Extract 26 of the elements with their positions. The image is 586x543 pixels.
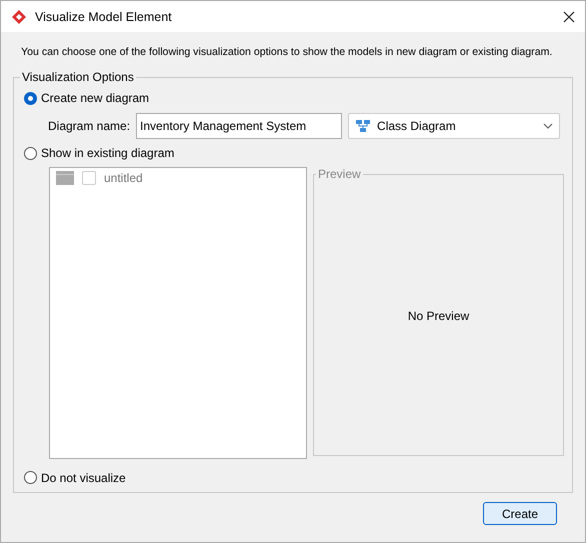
radio-option[interactable]: Show in existing diagram bbox=[24, 142, 564, 164]
checkbox[interactable] bbox=[82, 171, 96, 186]
radio-button[interactable] bbox=[24, 471, 37, 484]
diagram-list[interactable]: untitled bbox=[49, 167, 307, 460]
intro-text: You can choose one of the following visualization options to show the models in new diagram or existing diagram. bbox=[20, 45, 552, 60]
radio-label: Do not visualize bbox=[41, 470, 126, 485]
radio-label: Create new diagram bbox=[41, 91, 150, 106]
class-diagram-icon bbox=[355, 118, 372, 133]
radio-button[interactable] bbox=[24, 146, 37, 160]
preview-message: No Preview bbox=[408, 309, 470, 324]
app-logo-icon bbox=[11, 8, 27, 24]
window-title: Visualize Model Element bbox=[35, 10, 173, 24]
preview-title: Preview bbox=[317, 167, 362, 182]
create-button[interactable]: Create bbox=[483, 502, 557, 525]
field-label: Diagram name: bbox=[48, 118, 130, 133]
diagram-item-label: untitled bbox=[104, 171, 143, 186]
diagram-name-field[interactable]: Inventory Management System bbox=[136, 112, 342, 139]
diagram-type-dropdown[interactable]: Class Diagram bbox=[348, 112, 560, 139]
radio-option[interactable]: Create new diagram bbox=[24, 88, 564, 109]
chevron-down-icon bbox=[543, 122, 554, 129]
radio-label: Show in existing diagram bbox=[41, 146, 174, 160]
radio-option[interactable]: Do not visualize bbox=[24, 467, 564, 488]
close-icon[interactable] bbox=[563, 10, 575, 22]
radio-button[interactable] bbox=[24, 92, 37, 105]
diagram-icon bbox=[56, 171, 74, 186]
group-title: Visualization Options bbox=[21, 70, 135, 84]
